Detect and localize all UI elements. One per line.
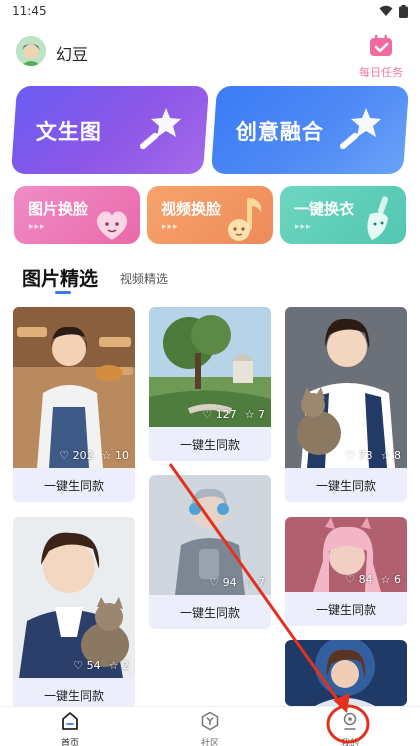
likes-stat: ♡ 54 <box>73 659 101 672</box>
video-face-swap-card[interactable]: 视频换脸 ▸▸▸ <box>147 186 273 244</box>
daily-task-button[interactable]: 每日任务 <box>356 34 406 80</box>
nav-community-label: 社区 <box>200 739 219 746</box>
creative-fusion-label: 创意融合 <box>235 120 324 144</box>
likes-stat: ♡ 84 <box>345 573 373 586</box>
generate-same-button[interactable]: 一键生同款 <box>149 595 271 629</box>
stars-count: 10 <box>115 449 129 462</box>
status-bar: 11:45 <box>0 0 420 22</box>
likes-count: 94 <box>222 576 237 589</box>
image-face-swap-card[interactable]: 图片换脸 ▸▸▸ <box>14 186 140 244</box>
stars-stat: ☆ 7 <box>244 408 265 421</box>
paintbrush-icon <box>367 196 389 240</box>
wifi-icon <box>379 5 393 16</box>
stars-stat: ☆ 6 <box>380 573 401 586</box>
image-face-swap-label: 图片换脸 <box>28 200 89 218</box>
card-stats: ♡ 127 ☆ 7 <box>202 408 265 421</box>
generate-same-button[interactable]: 一键生同款 <box>13 468 135 502</box>
arrows-decoration: ▸▸▸ <box>295 222 312 232</box>
nav-home[interactable]: 首页 <box>40 711 100 746</box>
home-icon <box>62 712 78 730</box>
profile-icon <box>343 712 357 730</box>
tab-featured-images[interactable]: 图片精选 <box>22 264 98 291</box>
likes-stat: ♡ 127 <box>202 408 237 421</box>
outfit-swap-label: 一键换衣 <box>294 200 355 218</box>
gallery-card[interactable] <box>285 640 407 706</box>
status-time: 11:45 <box>12 4 47 18</box>
bottom-nav: 首页 社区 我的 <box>0 706 420 746</box>
text-to-image-label: 文生图 <box>35 120 102 144</box>
gallery-card[interactable]: ♡ 54 ☆ 2 一键生同款 <box>13 517 135 712</box>
likes-count: 202 <box>72 449 94 462</box>
gallery-image <box>285 640 407 706</box>
likes-stat: ♡ 73 <box>345 449 373 462</box>
battery-icon <box>399 4 408 18</box>
magic-wand-icon <box>139 108 182 150</box>
stars-count: 2 <box>122 659 129 672</box>
card-stats: ♡ 202 ☆ 10 <box>59 449 129 462</box>
creative-fusion-card[interactable]: 创意融合 <box>210 86 410 174</box>
username: 幻豆 <box>56 45 89 64</box>
nav-home-label: 首页 <box>60 739 79 746</box>
card-stats: ♡ 54 ☆ 2 <box>73 659 129 672</box>
nav-mine[interactable]: 我的 <box>320 711 380 746</box>
stars-stat: ☆ 8 <box>380 449 401 462</box>
likes-count: 84 <box>358 573 373 586</box>
gallery-image: ♡ 94 ☆ 7 <box>149 475 271 595</box>
gallery-image: ♡ 127 ☆ 7 <box>149 307 271 427</box>
likes-count: 54 <box>86 659 101 672</box>
gallery-card[interactable]: ♡ 94 ☆ 7 一键生同款 <box>149 475 271 629</box>
header: 幻豆 每日任务 <box>16 34 406 80</box>
avatar[interactable] <box>16 36 46 66</box>
tab-underline <box>55 291 71 294</box>
gallery-card[interactable]: ♡ 73 ☆ 8 一键生同款 <box>285 307 407 502</box>
likes-count: 73 <box>358 449 373 462</box>
music-note-icon <box>228 198 262 241</box>
stars-stat: ☆ 2 <box>108 659 129 672</box>
card-stats: ♡ 84 ☆ 6 <box>345 573 401 586</box>
stars-count: 7 <box>258 408 265 421</box>
heart-face-icon <box>96 211 128 240</box>
card-stats: ♡ 94 ☆ 7 <box>209 576 265 589</box>
outfit-swap-card[interactable]: 一键换衣 ▸▸▸ <box>280 186 406 244</box>
arrows-decoration: ▸▸▸ <box>29 222 46 232</box>
magic-wand-icon <box>339 108 382 150</box>
gallery-image: ♡ 84 ☆ 6 <box>285 517 407 592</box>
gallery-image: ♡ 73 ☆ 8 <box>285 307 407 468</box>
gallery-image: ♡ 202 ☆ 10 <box>13 307 135 468</box>
stars-stat: ☆ 7 <box>244 576 265 589</box>
calendar-icon <box>370 35 392 56</box>
daily-task-label: 每日任务 <box>359 66 403 79</box>
stars-count: 8 <box>394 449 401 462</box>
video-face-swap-label: 视频换脸 <box>161 200 222 218</box>
nav-community[interactable]: 社区 <box>180 711 240 746</box>
stars-count: 7 <box>258 576 265 589</box>
status-icons <box>379 4 408 18</box>
likes-count: 127 <box>215 408 237 421</box>
stars-count: 6 <box>394 573 401 586</box>
gallery-card[interactable]: ♡ 127 ☆ 7 一键生同款 <box>149 307 271 461</box>
nav-mine-label: 我的 <box>340 739 359 746</box>
generate-same-button[interactable]: 一键生同款 <box>285 592 407 626</box>
likes-stat: ♡ 202 <box>59 449 94 462</box>
generate-same-button[interactable]: 一键生同款 <box>149 427 271 461</box>
text-to-image-card[interactable]: 文生图 <box>10 86 210 174</box>
arrows-decoration: ▸▸▸ <box>162 222 179 232</box>
generate-same-button[interactable]: 一键生同款 <box>285 468 407 502</box>
gallery-image: ♡ 54 ☆ 2 <box>13 517 135 678</box>
card-stats: ♡ 73 ☆ 8 <box>345 449 401 462</box>
stars-stat: ☆ 10 <box>101 449 129 462</box>
likes-stat: ♡ 94 <box>209 576 237 589</box>
tab-featured-videos[interactable]: 视频精选 <box>120 270 168 287</box>
gallery-card[interactable]: ♡ 84 ☆ 6 一键生同款 <box>285 517 407 626</box>
gallery-card[interactable]: ♡ 202 ☆ 10 一键生同款 <box>13 307 135 502</box>
community-icon <box>201 711 219 731</box>
